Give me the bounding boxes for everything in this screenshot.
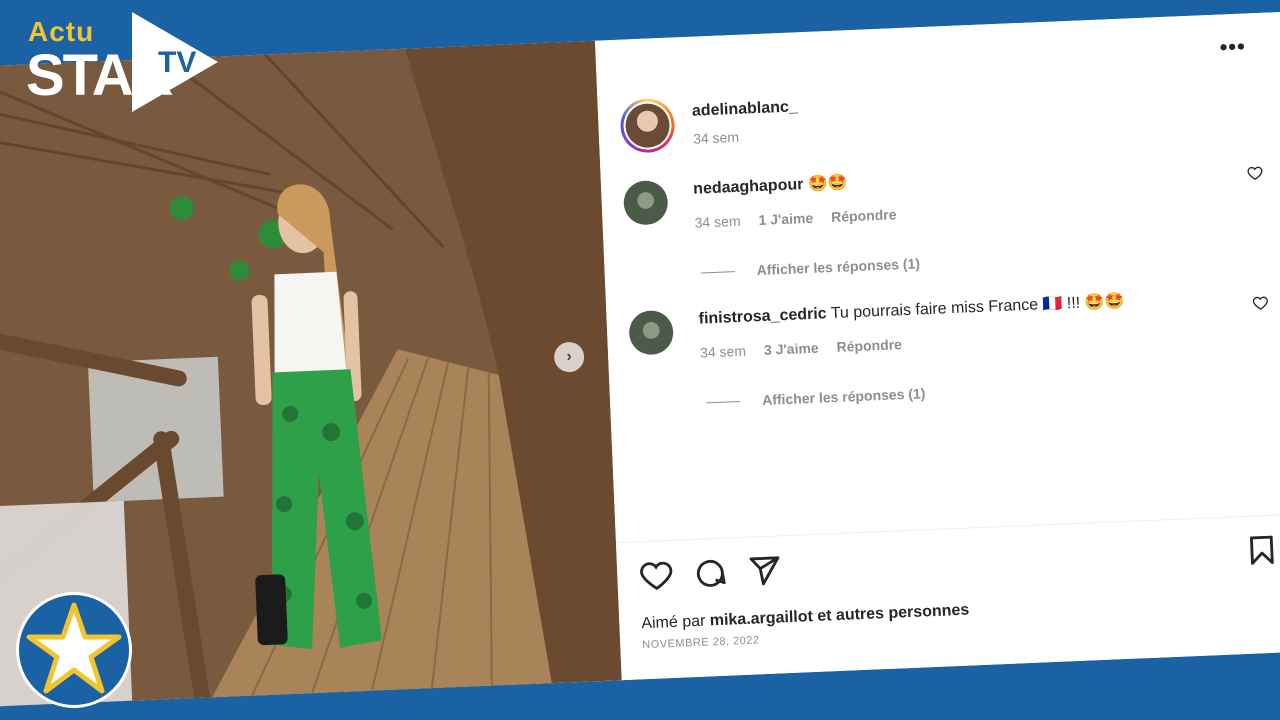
replies-divider-line: [706, 400, 741, 403]
save-bookmark-icon[interactable]: [1244, 533, 1279, 568]
liked-by-prefix: Aimé par: [641, 612, 706, 633]
comment-like-heart-icon[interactable]: [1252, 295, 1269, 312]
logo-tv-text: TV: [158, 46, 197, 79]
comment-text: Tu pourrais faire miss France 🇫🇷 !!! 🤩🤩: [830, 292, 1125, 323]
comment-time: 34 sem: [699, 342, 747, 361]
share-send-icon[interactable]: [747, 553, 782, 588]
commenter-avatar[interactable]: [622, 179, 669, 226]
reply-button[interactable]: Répondre: [831, 206, 897, 225]
comment-item: finistrosa_cedric Tu pourrais faire miss…: [628, 285, 1270, 364]
view-replies-button[interactable]: Afficher les réponses (1): [706, 385, 926, 410]
more-options-icon[interactable]: •••: [1219, 33, 1246, 60]
liked-by-line: Aimé par mika.argaillot et autres person…: [641, 602, 970, 634]
instagram-post-card: › ••• adelinablanc_ 34 sem nedaaghapour …: [0, 11, 1280, 707]
reply-button[interactable]: Répondre: [836, 336, 902, 355]
post-side-panel: ••• adelinablanc_ 34 sem nedaaghapour 🤩🤩…: [594, 11, 1280, 681]
like-heart-icon[interactable]: [639, 558, 674, 593]
owner-username[interactable]: adelinablanc_: [692, 98, 798, 120]
commenter-username[interactable]: finistrosa_cedric: [698, 305, 827, 327]
comment-likes-count[interactable]: 1 J'aime: [758, 210, 813, 228]
commenter-username[interactable]: nedaaghapour: [693, 176, 804, 198]
comment-text: 🤩🤩: [807, 174, 848, 193]
comment-bubble-icon[interactable]: [693, 556, 728, 591]
liked-by-username[interactable]: mika.argaillot: [709, 608, 813, 629]
view-replies-label: Afficher les réponses (1): [756, 255, 921, 279]
comment-time: 34 sem: [694, 212, 741, 231]
liked-by-suffix[interactable]: et autres personnes: [817, 602, 970, 625]
actu-star-tv-logo: Actu STAR TV: [22, 6, 222, 116]
owner-avatar-image: [624, 102, 671, 149]
replies-divider-line: [700, 270, 735, 274]
comment-like-heart-icon[interactable]: [1247, 165, 1264, 182]
owner-post-time: 34 sem: [692, 128, 740, 147]
view-replies-button[interactable]: Afficher les réponses (1): [700, 255, 920, 280]
comment-likes-count[interactable]: 3 J'aime: [764, 340, 819, 358]
owner-avatar[interactable]: [619, 97, 676, 154]
post-owner-header: adelinablanc_ 34 sem: [619, 92, 799, 154]
commenter-avatar[interactable]: [628, 309, 675, 356]
star-icon: [26, 602, 122, 694]
star-badge-logo: [16, 592, 132, 708]
post-date: NOVEMBRE 28, 2022: [642, 634, 760, 652]
comment-item: nedaaghapour 🤩🤩 34 sem 1 J'aime Répondre: [622, 155, 1265, 234]
post-actions-bar: [639, 533, 1280, 600]
view-replies-label: Afficher les réponses (1): [761, 385, 926, 409]
